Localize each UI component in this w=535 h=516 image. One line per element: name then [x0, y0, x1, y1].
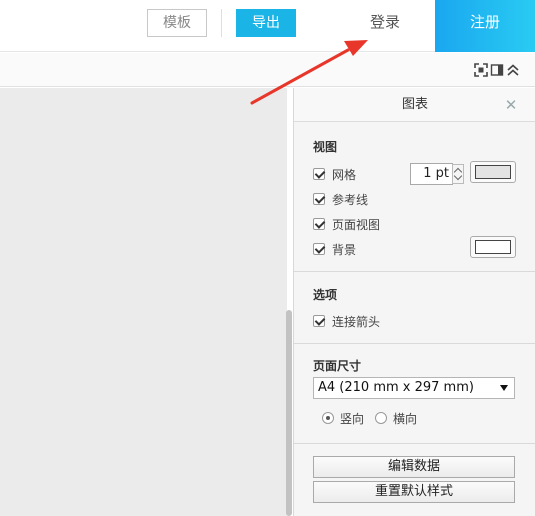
panel-toggle-icon[interactable] [490, 63, 504, 77]
landscape-radio[interactable] [375, 412, 387, 424]
grid-label: 网格 [332, 167, 357, 182]
connection-arrows-checkbox[interactable] [313, 315, 325, 327]
guides-option: 参考线 [313, 191, 368, 207]
grid-color-button[interactable] [470, 161, 516, 183]
grid-color-swatch [475, 165, 511, 179]
section-divider [294, 443, 535, 444]
reset-default-style-button[interactable]: 重置默认样式 [313, 481, 515, 503]
editor-toolbar [0, 53, 535, 87]
landscape-option: 横向 [375, 410, 417, 426]
topbar-divider [221, 9, 222, 37]
section-divider [294, 271, 535, 272]
view-section-title: 视图 [313, 140, 338, 154]
register-button[interactable]: 注册 [435, 0, 535, 52]
chevron-down-icon [500, 385, 508, 391]
grid-option: 网格 [313, 166, 356, 182]
page-size-select[interactable]: A4 (210 mm x 297 mm) [313, 377, 515, 399]
page-view-checkbox[interactable] [313, 218, 325, 230]
panel-header: 图表 ✕ [294, 88, 535, 122]
login-link[interactable]: 登录 [355, 0, 415, 44]
fullscreen-icon[interactable] [474, 63, 488, 77]
background-option: 背景 [313, 241, 356, 257]
close-icon[interactable]: ✕ [504, 95, 518, 115]
template-button[interactable]: 模板 [147, 9, 207, 37]
portrait-radio[interactable] [322, 412, 334, 424]
export-button[interactable]: 导出 [236, 9, 296, 37]
guides-label: 参考线 [332, 192, 369, 207]
page-view-label: 页面视图 [332, 217, 381, 232]
background-checkbox[interactable] [313, 243, 325, 255]
grid-size-stepper[interactable] [452, 164, 464, 184]
connection-arrows-label: 连接箭头 [332, 314, 381, 329]
background-label: 背景 [332, 242, 357, 257]
collapse-up-icon[interactable] [506, 63, 520, 77]
portrait-label: 竖向 [340, 411, 365, 426]
portrait-option: 竖向 [322, 410, 364, 426]
diagram-canvas[interactable] [0, 88, 287, 516]
page-size-section-title: 页面尺寸 [313, 359, 362, 373]
section-divider [294, 343, 535, 344]
canvas-vertical-scrollbar[interactable] [286, 310, 292, 516]
grid-checkbox[interactable] [313, 168, 325, 180]
panel-title: 图表 [401, 97, 428, 112]
top-navigation-bar: 模板 导出 登录 注册 [0, 0, 535, 52]
page-size-selected-value: A4 (210 mm x 297 mm) [318, 380, 474, 395]
guides-checkbox[interactable] [313, 193, 325, 205]
landscape-label: 横向 [393, 411, 418, 426]
connection-arrows-option: 连接箭头 [313, 313, 380, 329]
grid-size-input[interactable]: 1 pt [410, 163, 453, 185]
options-section-title: 选项 [313, 288, 338, 302]
background-color-swatch [475, 240, 511, 254]
background-color-button[interactable] [470, 236, 516, 258]
format-panel: 图表 ✕ 视图 网格 1 pt 参考线 页面视图 背景 选项 连接箭头 页面尺寸 [293, 88, 535, 516]
edit-data-button[interactable]: 编辑数据 [313, 456, 515, 478]
page-view-option: 页面视图 [313, 216, 380, 232]
